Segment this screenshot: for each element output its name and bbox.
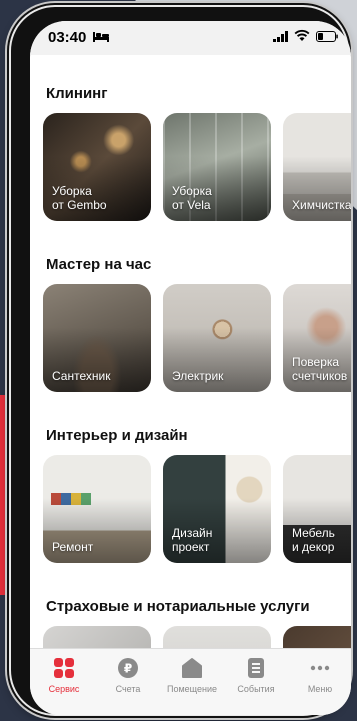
section-title-handyman: Мастер на час [46, 256, 152, 273]
notary-photo [163, 626, 271, 648]
tab-label: Меню [307, 684, 333, 694]
card-label: Ремонт [52, 540, 94, 554]
svg-text:₽: ₽ [124, 662, 132, 676]
services-feed[interactable]: Клининг Уборка от Gembo Уборка от Vela Х… [30, 55, 351, 648]
tab-menu[interactable]: Меню [288, 657, 351, 694]
card-label: Поверка счетчиков [292, 355, 348, 383]
phone-frame: 03:40 Клининг Уборка от Gembo Уборка от … [9, 5, 351, 716]
wifi-icon [294, 29, 310, 41]
more-icon [310, 665, 330, 671]
ruble-icon: ₽ [118, 658, 138, 678]
status-time: 03:40 [48, 29, 87, 46]
status-bar: 03:40 [30, 21, 351, 55]
service-card-legal[interactable] [283, 626, 351, 648]
interior-carousel[interactable]: Ремонт Дизайн проект Мебель и декор [43, 455, 351, 563]
service-card-plumber[interactable]: Сантехник [43, 284, 151, 392]
bottom-tab-bar: Сервис ₽ Счета Помещение События Меню [30, 648, 351, 715]
section-title-insurance-notary: Страховые и нотариальные услуги [46, 598, 310, 615]
service-card-furniture-decor[interactable]: Мебель и декор [283, 455, 351, 563]
service-card-design-project[interactable]: Дизайн проект [163, 455, 271, 563]
tab-label: Помещение [167, 684, 217, 694]
legal-photo [283, 626, 351, 648]
service-card-gembo-cleaning[interactable]: Уборка от Gembo [43, 113, 151, 221]
tab-label: Счета [115, 684, 141, 694]
battery-icon [316, 31, 338, 42]
card-label: Дизайн проект [172, 526, 213, 554]
cellular-signal-icon [273, 31, 288, 42]
card-label: Уборка от Gembo [52, 184, 107, 212]
section-title-interior-design: Интерьер и дизайн [46, 427, 188, 444]
tab-label: Сервис [48, 684, 80, 694]
service-card-notary[interactable] [163, 626, 271, 648]
service-card-electrician[interactable]: Электрик [163, 284, 271, 392]
tab-service[interactable]: Сервис [32, 657, 96, 694]
section-title-cleaning: Клининг [46, 85, 108, 102]
service-card-insurance[interactable] [43, 626, 151, 648]
service-card-renovation[interactable]: Ремонт [43, 455, 151, 563]
bed-icon [93, 32, 109, 42]
grid-icon [54, 658, 74, 678]
insurance-carousel[interactable] [43, 626, 351, 648]
card-label: Сантехник [52, 369, 111, 383]
cleaning-carousel[interactable]: Уборка от Gembo Уборка от Vela Химчистка [43, 113, 351, 221]
tab-accounts[interactable]: ₽ Счета [96, 657, 160, 694]
card-label: Уборка от Vela [172, 184, 212, 212]
house-icon [182, 658, 202, 678]
document-icon [248, 658, 264, 678]
service-card-vela-cleaning[interactable]: Уборка от Vela [163, 113, 271, 221]
service-card-dry-cleaning[interactable]: Химчистка [283, 113, 351, 221]
handyman-carousel[interactable]: Сантехник Электрик Поверка счетчиков [43, 284, 351, 392]
card-label: Химчистка [292, 198, 351, 212]
card-label: Электрик [172, 369, 224, 383]
insurance-photo [43, 626, 151, 648]
service-card-meter-verification[interactable]: Поверка счетчиков [283, 284, 351, 392]
tab-events[interactable]: События [224, 657, 288, 694]
app-screen: 03:40 Клининг Уборка от Gembo Уборка от … [30, 21, 351, 715]
tab-label: События [237, 684, 275, 694]
card-label: Мебель и декор [292, 526, 335, 554]
tab-premises[interactable]: Помещение [160, 657, 224, 694]
